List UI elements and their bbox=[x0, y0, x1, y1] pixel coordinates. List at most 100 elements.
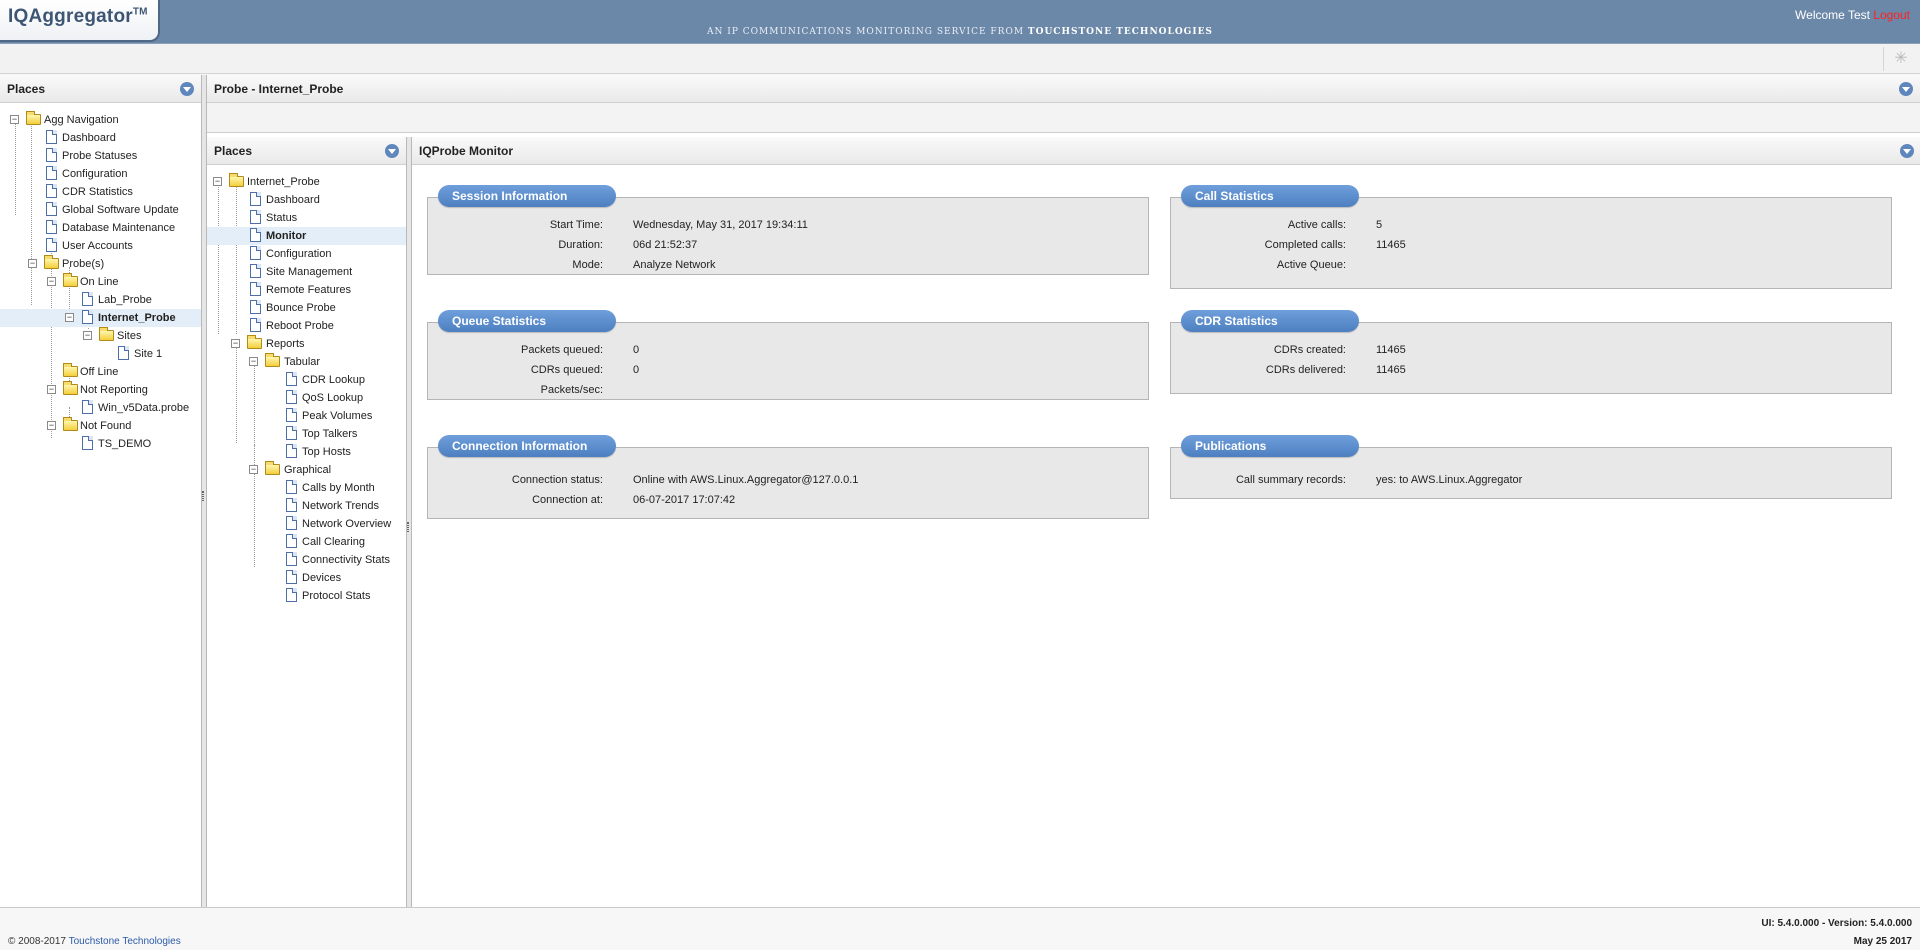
tree-item-reboot-probe[interactable]: Reboot Probe bbox=[207, 317, 406, 335]
collapse-toggle-icon[interactable]: − bbox=[65, 313, 74, 322]
page-icon bbox=[286, 426, 297, 440]
collapse-toggle-icon[interactable]: − bbox=[83, 331, 92, 340]
monitor-panel-title: IQProbe Monitor bbox=[419, 144, 513, 158]
collapse-toggle-icon[interactable]: − bbox=[28, 259, 37, 268]
tree-item-reports[interactable]: − Reports bbox=[207, 335, 406, 353]
tree-item-cdr-lookup[interactable]: CDR Lookup bbox=[207, 371, 406, 389]
tree-item-bounce-probe[interactable]: Bounce Probe bbox=[207, 299, 406, 317]
tree-item-connectivity-stats[interactable]: Connectivity Stats bbox=[207, 551, 406, 569]
probe-panel-title: Probe - Internet_Probe bbox=[214, 82, 344, 96]
tree-item-label: Dashboard bbox=[266, 194, 320, 206]
tree-item-site-1[interactable]: Site 1 bbox=[0, 345, 201, 363]
field-label: Duration: bbox=[558, 239, 603, 251]
tree-item-peak-volumes[interactable]: Peak Volumes bbox=[207, 407, 406, 425]
folder-icon bbox=[63, 363, 78, 377]
tree-item-agg-navigation[interactable]: − Agg Navigation bbox=[0, 111, 201, 129]
collapse-toggle-icon[interactable]: − bbox=[47, 277, 56, 286]
page-icon bbox=[286, 480, 297, 494]
tree-item-monitor[interactable]: Monitor bbox=[207, 227, 406, 245]
tree-item-top-hosts[interactable]: Top Hosts bbox=[207, 443, 406, 461]
call-statistics-card: Call Statistics Active calls: 5 Complete… bbox=[1170, 185, 1892, 289]
card-title: Connection Information bbox=[438, 435, 616, 457]
tree-item-label: Dashboard bbox=[62, 132, 116, 144]
tree-item-user-accounts[interactable]: User Accounts bbox=[0, 237, 201, 255]
tree-item-on-line[interactable]: − On Line bbox=[0, 273, 201, 291]
tree-item-calls-by-month[interactable]: Calls by Month bbox=[207, 479, 406, 497]
duration-row: Duration: 06d 21:52:37 bbox=[428, 235, 1150, 255]
company-link[interactable]: Touchstone Technologies bbox=[69, 936, 181, 947]
tree-item-label: Devices bbox=[302, 572, 342, 584]
tree-item-tabular[interactable]: − Tabular bbox=[207, 353, 406, 371]
field-label: CDRs queued: bbox=[530, 364, 603, 376]
tree-item-label: Call Clearing bbox=[302, 536, 365, 548]
field-label: Call summary records: bbox=[1235, 474, 1346, 486]
tree-item-dashboard[interactable]: Dashboard bbox=[207, 191, 406, 209]
splitter-grip bbox=[407, 522, 409, 532]
tree-item-graphical[interactable]: − Graphical bbox=[207, 461, 406, 479]
tree-item-label: Remote Features bbox=[266, 284, 351, 296]
tree-item-network-overview[interactable]: Network Overview bbox=[207, 515, 406, 533]
collapse-toggle-icon[interactable]: − bbox=[249, 357, 258, 366]
app-footer: © 2008-2017 Touchstone Technologies UI: … bbox=[0, 907, 1920, 950]
collapse-icon[interactable] bbox=[385, 144, 399, 158]
start-time-row: Start Time: Wednesday, May 31, 2017 19:3… bbox=[428, 215, 1150, 235]
tree-item-network-trends[interactable]: Network Trends bbox=[207, 497, 406, 515]
tree-item-label: Agg Navigation bbox=[44, 114, 119, 126]
field-value: yes: to AWS.Linux.Aggregator bbox=[1376, 474, 1523, 486]
field-value: 11465 bbox=[1376, 344, 1406, 356]
card-title: CDR Statistics bbox=[1181, 310, 1359, 332]
collapse-toggle-icon[interactable]: − bbox=[47, 385, 56, 394]
tree-item-label: User Accounts bbox=[62, 240, 133, 252]
tree-item-ts-demo[interactable]: TS_DEMO bbox=[0, 435, 201, 453]
app-logo: IQAggregatorTM bbox=[8, 6, 148, 28]
collapse-toggle-icon[interactable]: − bbox=[213, 177, 222, 186]
tree-item-call-clearing[interactable]: Call Clearing bbox=[207, 533, 406, 551]
collapse-icon[interactable] bbox=[180, 82, 194, 96]
tree-item-label: Top Talkers bbox=[302, 428, 358, 440]
field-label: Completed calls: bbox=[1264, 239, 1346, 251]
page-icon bbox=[250, 210, 261, 224]
tree-item-label: Global Software Update bbox=[62, 204, 179, 216]
tree-item-not-found[interactable]: − Not Found bbox=[0, 417, 201, 435]
tree-item-probe-statuses[interactable]: Probe Statuses bbox=[0, 147, 201, 165]
tree-item-database-maintenance[interactable]: Database Maintenance bbox=[0, 219, 201, 237]
collapse-toggle-icon[interactable]: − bbox=[10, 115, 19, 124]
tree-item-probes[interactable]: − Probe(s) bbox=[0, 255, 201, 273]
tree-item-site-management[interactable]: Site Management bbox=[207, 263, 406, 281]
field-value: 11465 bbox=[1376, 364, 1406, 376]
places-panel-header: Places bbox=[0, 75, 201, 103]
logout-link[interactable]: Logout bbox=[1873, 8, 1910, 22]
tree-item-remote-features[interactable]: Remote Features bbox=[207, 281, 406, 299]
tree-item-cdr-statistics[interactable]: CDR Statistics bbox=[0, 183, 201, 201]
places-panel: Places − Agg Navigation Dashboard Probe … bbox=[0, 75, 202, 907]
field-label: Active calls: bbox=[1287, 219, 1346, 231]
tree-item-qos-lookup[interactable]: QoS Lookup bbox=[207, 389, 406, 407]
tree-item-top-talkers[interactable]: Top Talkers bbox=[207, 425, 406, 443]
tree-item-dashboard[interactable]: Dashboard bbox=[0, 129, 201, 147]
tree-item-label: On Line bbox=[80, 276, 119, 288]
collapse-icon[interactable] bbox=[1899, 82, 1913, 96]
folder-open-icon bbox=[63, 381, 78, 395]
tree-item-devices[interactable]: Devices bbox=[207, 569, 406, 587]
tree-item-protocol-stats[interactable]: Protocol Stats bbox=[207, 587, 406, 605]
tree-item-lab-probe[interactable]: Lab_Probe bbox=[0, 291, 201, 309]
collapse-icon[interactable] bbox=[1900, 144, 1914, 158]
tree-item-configuration[interactable]: Configuration bbox=[207, 245, 406, 263]
tree-item-not-reporting[interactable]: − Not Reporting bbox=[0, 381, 201, 399]
tree-item-off-line[interactable]: Off Line bbox=[0, 363, 201, 381]
cdrs-created-row: CDRs created: 11465 bbox=[1171, 340, 1893, 360]
tree-item-internet-probe[interactable]: − Internet_Probe bbox=[0, 309, 201, 327]
tree-item-status[interactable]: Status bbox=[207, 209, 406, 227]
tree-item-label: Not Reporting bbox=[80, 384, 148, 396]
collapse-toggle-icon[interactable]: − bbox=[47, 421, 56, 430]
collapse-toggle-icon[interactable]: − bbox=[231, 339, 240, 348]
tree-item-configuration[interactable]: Configuration bbox=[0, 165, 201, 183]
page-icon bbox=[82, 436, 93, 450]
field-label: Packets/sec: bbox=[540, 384, 603, 396]
tree-item-sites[interactable]: − Sites bbox=[0, 327, 201, 345]
tree-item-global-software-update[interactable]: Global Software Update bbox=[0, 201, 201, 219]
page-icon bbox=[250, 264, 261, 278]
tree-item-win-v5data-probe[interactable]: Win_v5Data.probe bbox=[0, 399, 201, 417]
collapse-toggle-icon[interactable]: − bbox=[249, 465, 258, 474]
tree-item-internet-probe[interactable]: − Internet_Probe bbox=[207, 173, 406, 191]
